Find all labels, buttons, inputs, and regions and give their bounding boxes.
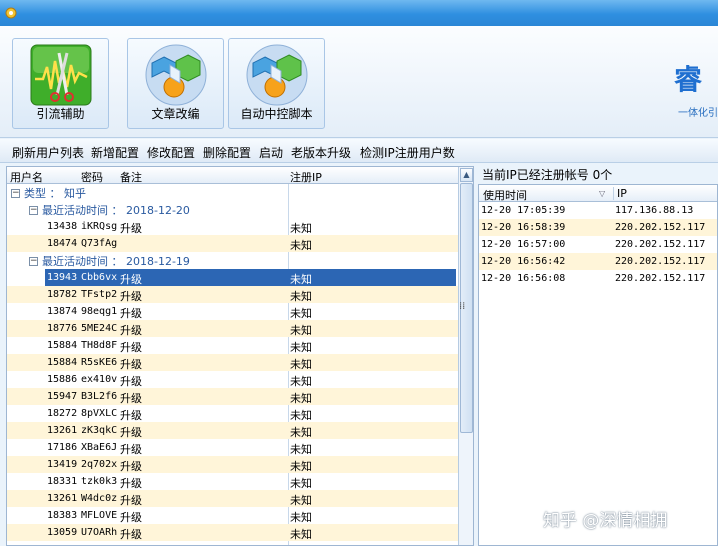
cubes-icon: [246, 44, 308, 106]
ip-registration-panel: 当前IP已经注册帐号 0个 使用时间 ▽ IP 12-20 17:05:39 1…: [476, 166, 718, 546]
col-use-time[interactable]: 使用时间: [483, 187, 527, 203]
ip-usage-grid: 使用时间 ▽ IP 12-20 17:05:39 117.136.88.13 1…: [478, 184, 718, 546]
menu-bar: 刷新用户列表 新增配置 修改配置 删除配置 启动 老版本升级 检测IP注册用户数: [0, 139, 718, 163]
table-row[interactable]: 12-20 16:56:08 220.202.152.117: [479, 270, 717, 287]
ribbon-toolbar: 引流辅助 文章改编 自动中控脚本 睿 一体化引: [0, 26, 718, 138]
col-register-ip[interactable]: 注册IP: [290, 169, 322, 185]
table-row[interactable]: 13874 98eqg1 升级 未知: [7, 303, 458, 320]
splitter-grip-icon[interactable]: ⁞⁞: [459, 301, 465, 312]
sort-arrow-icon: ▽: [599, 189, 606, 198]
waveform-scissors-icon: [30, 44, 92, 106]
table-row[interactable]: 12-20 16:58:39 220.202.152.117: [479, 219, 717, 236]
delete-config-menu[interactable]: 删除配置: [203, 144, 251, 161]
ip-account-count: 当前IP已经注册帐号 0个: [482, 168, 613, 182]
table-row[interactable]: 15947 B3L2f6 升级 未知: [7, 388, 458, 405]
table-row[interactable]: 12-20 16:57:00 220.202.152.117: [479, 236, 717, 253]
table-row-selected[interactable]: 13943 Cbb6vx 升级 未知: [7, 269, 458, 286]
table-row[interactable]: 13438 iKRQsg 升级 未知: [7, 218, 458, 235]
table-row[interactable]: 12-20 16:56:42 220.202.152.117: [479, 253, 717, 270]
watermark: 知乎 @深情相拥: [543, 511, 668, 531]
table-row[interactable]: 18331 tzk0k3 升级 未知: [7, 473, 458, 490]
user-grid-header: 用户名 密码 备注 注册IP: [7, 167, 458, 184]
user-list-grid: 用户名 密码 备注 注册IP − 类型 ： 知乎 − 最近活动时间 ： 2018-1…: [6, 166, 474, 546]
group-date-1[interactable]: − 最近活动时间 ： 2018-12-20: [29, 201, 190, 218]
auto-control-script-button[interactable]: 自动中控脚本: [228, 38, 325, 129]
table-row[interactable]: 18776 5ME24C 升级 未知: [7, 320, 458, 337]
table-row[interactable]: 18782 TFstp2 升级 未知: [7, 286, 458, 303]
refresh-user-list-menu[interactable]: 刷新用户列表: [12, 144, 84, 161]
legacy-upgrade-menu[interactable]: 老版本升级: [291, 144, 351, 161]
app-gear-icon: [5, 7, 17, 19]
group-date-2[interactable]: − 最近活动时间 ： 2018-12-19: [29, 252, 190, 269]
col-note[interactable]: 备注: [120, 169, 142, 185]
table-row[interactable]: 18474 Q73fAg 未知: [7, 235, 458, 252]
add-config-menu[interactable]: 新增配置: [91, 144, 139, 161]
traffic-assist-button[interactable]: 引流辅助: [12, 38, 109, 129]
brand-subtitle: 一体化引: [678, 108, 718, 119]
col-ip[interactable]: IP: [613, 187, 627, 200]
table-row[interactable]: 13419 2q702x 升级 未知: [7, 456, 458, 473]
collapse-icon[interactable]: −: [29, 256, 38, 266]
table-row[interactable]: 18383 MFLOVE 升级 未知: [7, 507, 458, 524]
table-row[interactable]: 13059 U7OARh 升级 未知: [7, 524, 458, 541]
table-row[interactable]: 17186 XBaE6J 升级 未知: [7, 439, 458, 456]
edit-config-menu[interactable]: 修改配置: [147, 144, 195, 161]
table-row[interactable]: 18272 8pVXLC 升级 未知: [7, 405, 458, 422]
table-row[interactable]: 15884 R5sKE6 升级 未知: [7, 354, 458, 371]
table-row[interactable]: 12-20 17:05:39 117.136.88.13: [479, 202, 717, 219]
auto-control-script-label: 自动中控脚本: [240, 107, 313, 121]
cubes-icon: [145, 44, 207, 106]
table-row[interactable]: 15884 TH8d8F 升级 未知: [7, 337, 458, 354]
col-password[interactable]: 密码: [81, 169, 103, 185]
group-type[interactable]: − 类型 ： 知乎: [11, 184, 86, 201]
traffic-assist-label: 引流辅助: [36, 107, 85, 121]
article-rewrite-label: 文章改编: [151, 107, 200, 121]
col-username[interactable]: 用户名: [10, 169, 43, 185]
table-row[interactable]: 15886 ex410v 升级 未知: [7, 371, 458, 388]
check-ip-users-menu[interactable]: 检测IP注册用户数: [360, 144, 455, 161]
brand-logo-text: 睿: [674, 63, 703, 96]
collapse-icon[interactable]: −: [29, 205, 38, 215]
table-row[interactable]: 13261 W4dc0z 升级 未知: [7, 490, 458, 507]
ip-grid-header: 使用时间 ▽ IP: [479, 185, 717, 203]
panel-splitter[interactable]: ⁞⁞: [456, 166, 476, 546]
title-bar: [0, 0, 718, 26]
collapse-icon[interactable]: −: [11, 188, 20, 198]
start-menu[interactable]: 启动: [259, 144, 283, 161]
article-rewrite-button[interactable]: 文章改编: [127, 38, 224, 129]
table-row[interactable]: 13261 zK3qkC 升级 未知: [7, 422, 458, 439]
